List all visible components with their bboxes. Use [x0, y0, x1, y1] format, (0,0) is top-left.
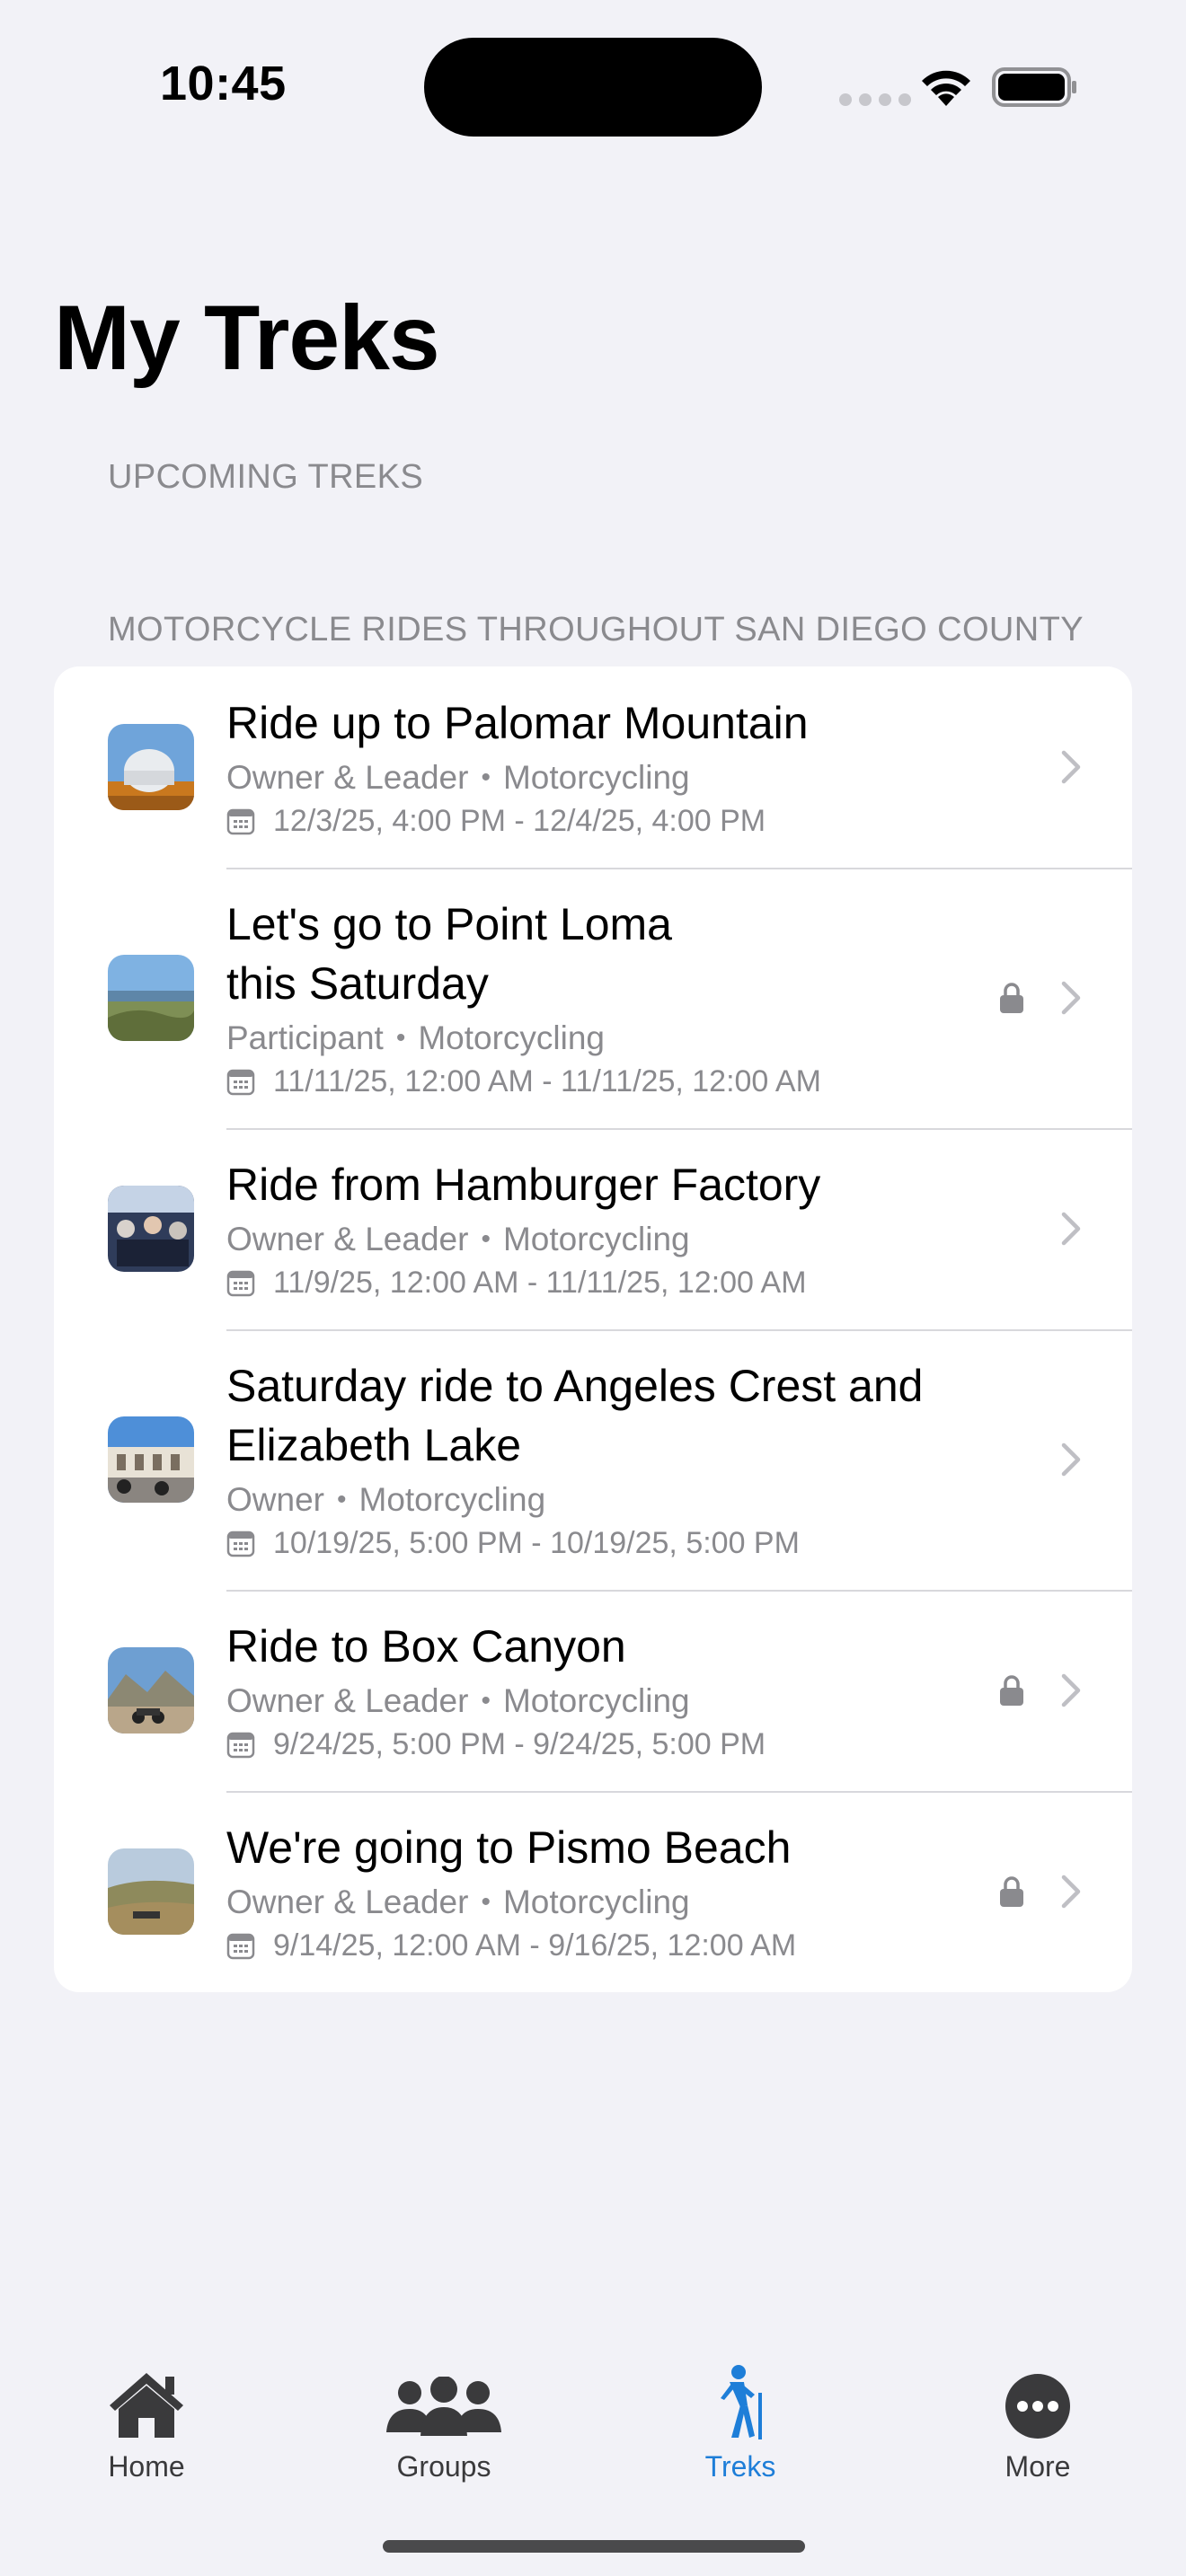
tab-home[interactable]: Home	[48, 2359, 245, 2483]
trek-title: Saturday ride to Angeles Crest and Eliza…	[226, 1361, 924, 1470]
ellipsis-circle-icon	[1005, 2374, 1070, 2439]
lock-icon	[1000, 1675, 1023, 1706]
section-header-group: MOTORCYCLE RIDES THROUGHOUT SAN DIEGO CO…	[108, 611, 1084, 648]
calendar-icon	[226, 1069, 255, 1096]
chevron-right-icon	[1061, 1212, 1081, 1246]
trek-row[interactable]: We're going to Pismo Beach Owner & Leader…	[54, 1791, 1132, 1992]
dynamic-island	[424, 38, 762, 137]
trek-activity: Motorcycling	[502, 1883, 690, 1920]
chevron-right-icon	[1061, 1875, 1081, 1909]
tab-home-label: Home	[108, 2450, 185, 2483]
chevron-right-icon	[1061, 1673, 1081, 1707]
trek-row[interactable]: Ride from Hamburger Factory Owner & Leade…	[54, 1128, 1132, 1329]
calendar-icon	[226, 1270, 255, 1297]
trek-row[interactable]: Ride up to Palomar Mountain Owner & Leade…	[54, 666, 1132, 868]
status-time: 10:45	[160, 57, 287, 110]
chevron-right-icon	[1061, 750, 1081, 784]
trek-activity: Motorcycling	[502, 1221, 690, 1257]
lock-icon	[1000, 1876, 1023, 1907]
tab-more-label: More	[1005, 2450, 1071, 2483]
trek-activity: Motorcycling	[418, 1019, 606, 1056]
trek-thumbnail	[108, 1416, 194, 1503]
home-indicator	[383, 2540, 805, 2553]
trek-dates: 9/14/25, 12:00 AM - 9/16/25, 12:00 AM	[273, 1928, 797, 1963]
trek-title: Let's go to Point Loma this Saturday	[226, 899, 672, 1009]
wifi-icon	[922, 70, 970, 106]
trek-dates: 11/11/25, 12:00 AM - 11/11/25, 12:00 AM	[273, 1064, 821, 1098]
calendar-icon	[226, 1531, 255, 1557]
chevron-right-icon	[1061, 1442, 1081, 1477]
trek-thumbnail	[108, 1848, 194, 1935]
trek-thumbnail	[108, 724, 194, 810]
trek-dates: 11/9/25, 12:00 AM - 11/11/25, 12:00 AM	[273, 1266, 807, 1300]
cellular-signal-icon	[839, 93, 911, 106]
trek-title: We're going to Pismo Beach	[226, 1822, 792, 1873]
trek-activity: Motorcycling	[502, 1682, 690, 1719]
trek-activity: Motorcycling	[502, 759, 690, 796]
hiker-icon	[721, 2365, 762, 2439]
tab-more[interactable]: More	[939, 2359, 1137, 2483]
trek-dates: 12/3/25, 4:00 PM - 12/4/25, 4:00 PM	[273, 804, 766, 838]
tab-treks-label: Treks	[704, 2450, 776, 2483]
tab-groups[interactable]: Groups	[345, 2359, 543, 2483]
trek-row[interactable]: Let's go to Point Loma this Saturday Part…	[54, 868, 1132, 1128]
trek-thumbnail	[108, 1186, 194, 1272]
tab-groups-label: Groups	[396, 2450, 491, 2483]
trek-thumbnail	[108, 955, 194, 1041]
trek-row[interactable]: Ride to Box Canyon Owner & Leader • Motorcy…	[54, 1590, 1132, 1791]
trek-thumbnail	[108, 1647, 194, 1734]
trek-row[interactable]: Saturday ride to Angeles Crest and Eliza…	[54, 1329, 1132, 1590]
trek-role: Owner & Leader	[226, 1883, 469, 1920]
trek-role: Owner & Leader	[226, 759, 469, 796]
trek-dates: 9/24/25, 5:00 PM - 9/24/25, 5:00 PM	[273, 1727, 766, 1761]
trek-role: Owner & Leader	[226, 1221, 469, 1257]
trek-role: Owner	[226, 1481, 324, 1518]
page-title: My Treks	[54, 287, 440, 389]
battery-icon	[992, 67, 1076, 107]
trek-title: Ride from Hamburger Factory	[226, 1160, 821, 1210]
lock-icon	[1000, 983, 1023, 1013]
trek-role: Participant	[226, 1019, 384, 1056]
people-icon	[386, 2377, 501, 2436]
trek-role: Owner & Leader	[226, 1682, 469, 1719]
screen: 10:45 My Treks UPCOMING TREKS MOTORCYCLE…	[0, 0, 1186, 2576]
trek-title: Ride to Box Canyon	[226, 1621, 626, 1672]
house-icon	[110, 2373, 183, 2438]
calendar-icon	[226, 1732, 255, 1759]
chevron-right-icon	[1061, 981, 1081, 1015]
tab-treks[interactable]: Treks	[642, 2359, 839, 2483]
calendar-icon	[226, 1933, 255, 1960]
treks-list: Ride up to Palomar Mountain Owner & Leade…	[54, 666, 1132, 1992]
trek-activity: Motorcycling	[358, 1481, 546, 1518]
trek-dates: 10/19/25, 5:00 PM - 10/19/25, 5:00 PM	[273, 1526, 800, 1560]
trek-title: Ride up to Palomar Mountain	[226, 698, 809, 748]
calendar-icon	[226, 808, 255, 835]
section-header-upcoming: UPCOMING TREKS	[108, 458, 424, 496]
